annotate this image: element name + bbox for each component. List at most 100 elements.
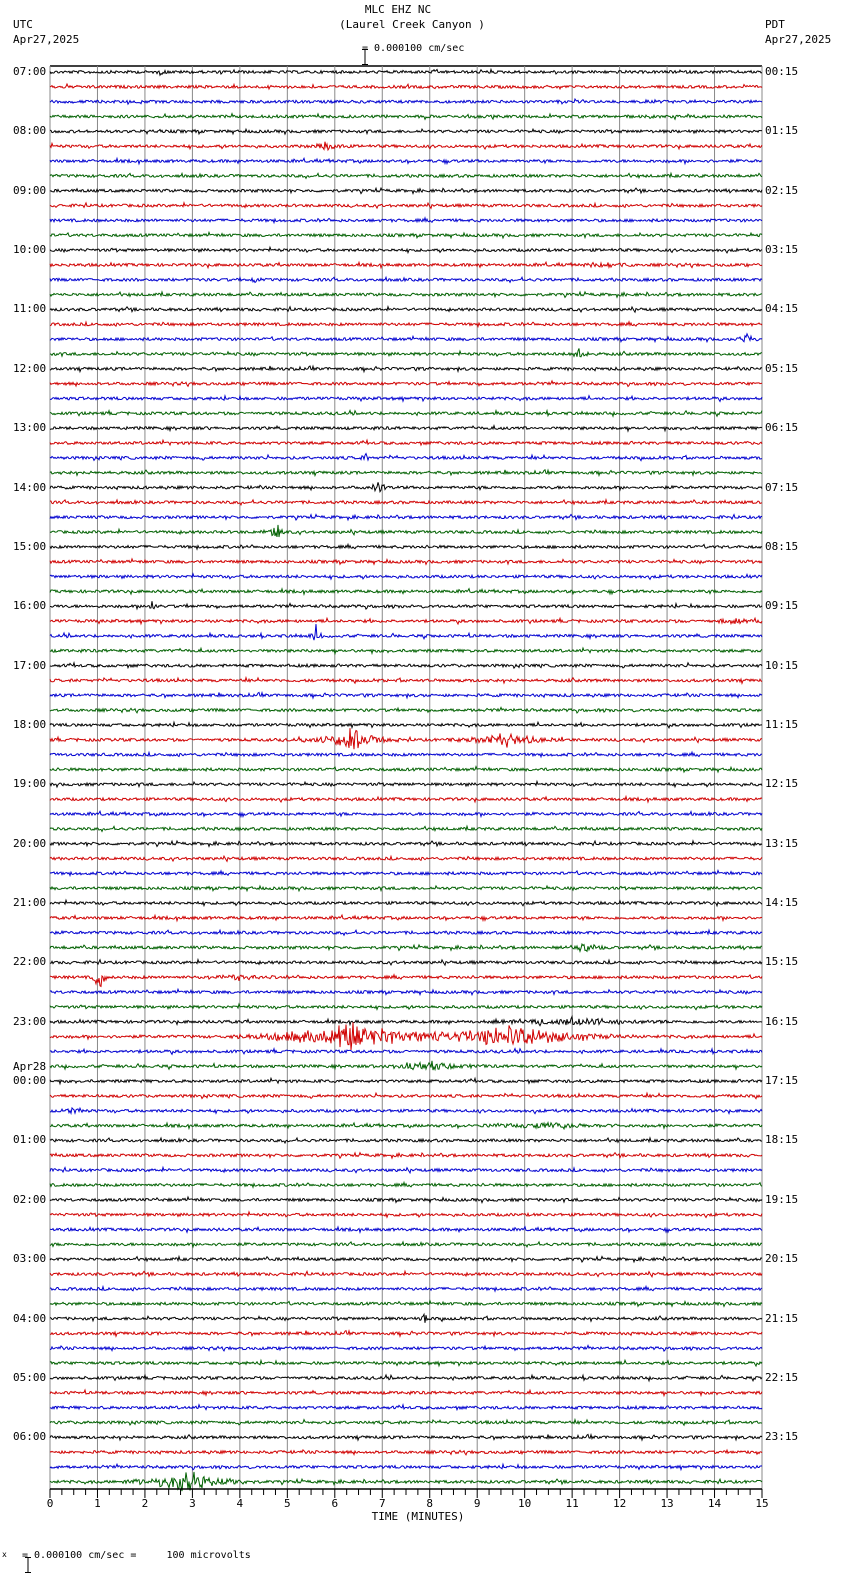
seismic-trace-row	[49, 660, 763, 670]
pdt-hour-label: 03:15	[765, 243, 799, 257]
utc-hour-label: 11:00	[13, 302, 47, 316]
seismic-trace-row	[49, 690, 763, 700]
pdt-hour-label: 01:15	[765, 124, 799, 138]
seismic-trace-row	[49, 332, 763, 344]
utc-hour-label: 23:00	[13, 1014, 47, 1028]
seismic-trace-row	[49, 1091, 763, 1100]
seismic-trace-row	[49, 572, 763, 581]
x-tick-label: 15	[755, 1497, 769, 1510]
seismic-trace-row	[49, 1299, 763, 1308]
seismic-trace-row	[49, 408, 763, 418]
x-tick-label: 11	[565, 1497, 579, 1510]
seismic-trace-row	[49, 127, 763, 136]
x-tick-label: 3	[189, 1497, 196, 1510]
seismic-trace-row	[49, 260, 763, 270]
seismic-trace-row	[49, 394, 763, 403]
scale-bar-icon	[349, 37, 369, 65]
seismic-trace-row	[49, 156, 763, 166]
seismic-trace-row	[49, 216, 763, 225]
seismic-trace-row	[49, 348, 762, 358]
seismic-trace-row	[49, 1344, 763, 1353]
seismic-trace-row	[49, 201, 763, 210]
seismic-trace-row	[49, 765, 763, 774]
seismic-trace-row	[49, 779, 763, 789]
footer-scale-label: = 0.000100 cm/sec = 100 microvolts	[22, 1550, 251, 1561]
date-change-label: Apr28	[13, 1060, 47, 1074]
utc-hour-label: 02:00	[13, 1192, 47, 1206]
pdt-hour-label: 06:15	[765, 421, 799, 435]
seismic-trace-row	[49, 275, 763, 284]
x-tick-label: 8	[426, 1497, 434, 1510]
seismic-trace-row	[49, 1402, 763, 1412]
pdt-hour-label: 09:15	[765, 599, 799, 613]
x-tick-label: 0	[46, 1497, 54, 1510]
seismic-trace-row	[49, 913, 763, 923]
seismic-trace-row	[49, 1269, 763, 1279]
seismic-trace-row	[49, 728, 763, 750]
pdt-hour-label: 07:15	[765, 480, 799, 494]
seismic-trace-row	[49, 1358, 763, 1368]
seismic-trace-row	[49, 1046, 763, 1056]
utc-hour-label: 13:00	[13, 421, 47, 435]
seismic-trace-row	[49, 1180, 763, 1189]
seismic-trace-row	[49, 1225, 763, 1235]
seismic-trace-row	[50, 601, 763, 611]
seismic-trace-row	[49, 1106, 763, 1116]
footer-scale-bar-icon	[12, 1545, 32, 1573]
seismic-trace-row	[49, 706, 762, 714]
seismic-trace-row	[49, 987, 763, 997]
seismic-trace-row	[49, 1151, 763, 1160]
pdt-hour-label: 10:15	[765, 658, 799, 672]
utc-hour-label: 03:00	[13, 1252, 47, 1266]
x-tick-label: 6	[331, 1497, 339, 1510]
seismic-trace-row	[49, 809, 763, 819]
seismic-trace-row	[49, 1329, 763, 1338]
seismic-trace-row	[49, 1471, 763, 1492]
seismic-trace-row	[49, 186, 763, 196]
utc-hour-label: 22:00	[13, 955, 47, 969]
left-timezone: UTC	[13, 18, 33, 31]
pdt-hour-label: 00:15	[765, 65, 799, 78]
seismic-trace-row	[49, 750, 763, 759]
seismic-trace-row	[49, 304, 763, 314]
seismic-trace-row	[49, 1462, 763, 1472]
utc-hour-label: 15:00	[13, 539, 47, 553]
seismic-trace-row	[49, 141, 763, 152]
pdt-hour-label: 19:15	[765, 1192, 799, 1206]
seismic-trace-row	[49, 438, 763, 447]
seismic-trace-row	[49, 424, 763, 433]
x-tick-label: 7	[378, 1497, 386, 1510]
seismic-trace-row	[49, 1060, 763, 1072]
seismic-trace-row	[49, 245, 763, 255]
utc-hour-label: 21:00	[13, 896, 47, 910]
pdt-hour-label: 13:15	[765, 836, 799, 850]
seismic-trace-row	[49, 1002, 763, 1011]
seismic-trace-row	[49, 720, 763, 730]
pdt-hour-label: 21:15	[765, 1311, 799, 1325]
pdt-hour-label: 14:15	[765, 896, 799, 910]
seismic-trace-row	[49, 230, 763, 240]
seismic-trace-row	[49, 513, 763, 522]
utc-hour-label: 17:00	[13, 658, 47, 672]
seismic-trace-row	[49, 824, 763, 833]
pdt-hour-label: 04:15	[765, 302, 799, 316]
pdt-hour-label: 20:15	[765, 1252, 799, 1266]
x-tick-label: 2	[141, 1497, 149, 1510]
seismic-trace-row	[49, 67, 763, 77]
seismic-trace-row	[49, 290, 762, 299]
seismic-trace-row	[49, 616, 763, 626]
right-timezone: PDT	[765, 18, 785, 31]
seismic-trace-row	[49, 884, 763, 893]
footer-prefix: x	[2, 1550, 7, 1559]
seismic-trace-row	[49, 957, 763, 967]
pdt-hour-label: 18:15	[765, 1133, 799, 1147]
seismic-trace-row	[49, 171, 763, 180]
seismic-trace-row	[49, 1165, 763, 1175]
pdt-hour-label: 22:15	[765, 1370, 799, 1384]
seismic-trace-row	[49, 468, 763, 478]
utc-hour-label: 12:00	[13, 361, 47, 375]
seismic-trace-row	[49, 928, 763, 937]
utc-hour-label: 10:00	[13, 243, 47, 257]
seismic-trace-row	[49, 557, 763, 566]
seismic-trace-row	[49, 97, 763, 106]
